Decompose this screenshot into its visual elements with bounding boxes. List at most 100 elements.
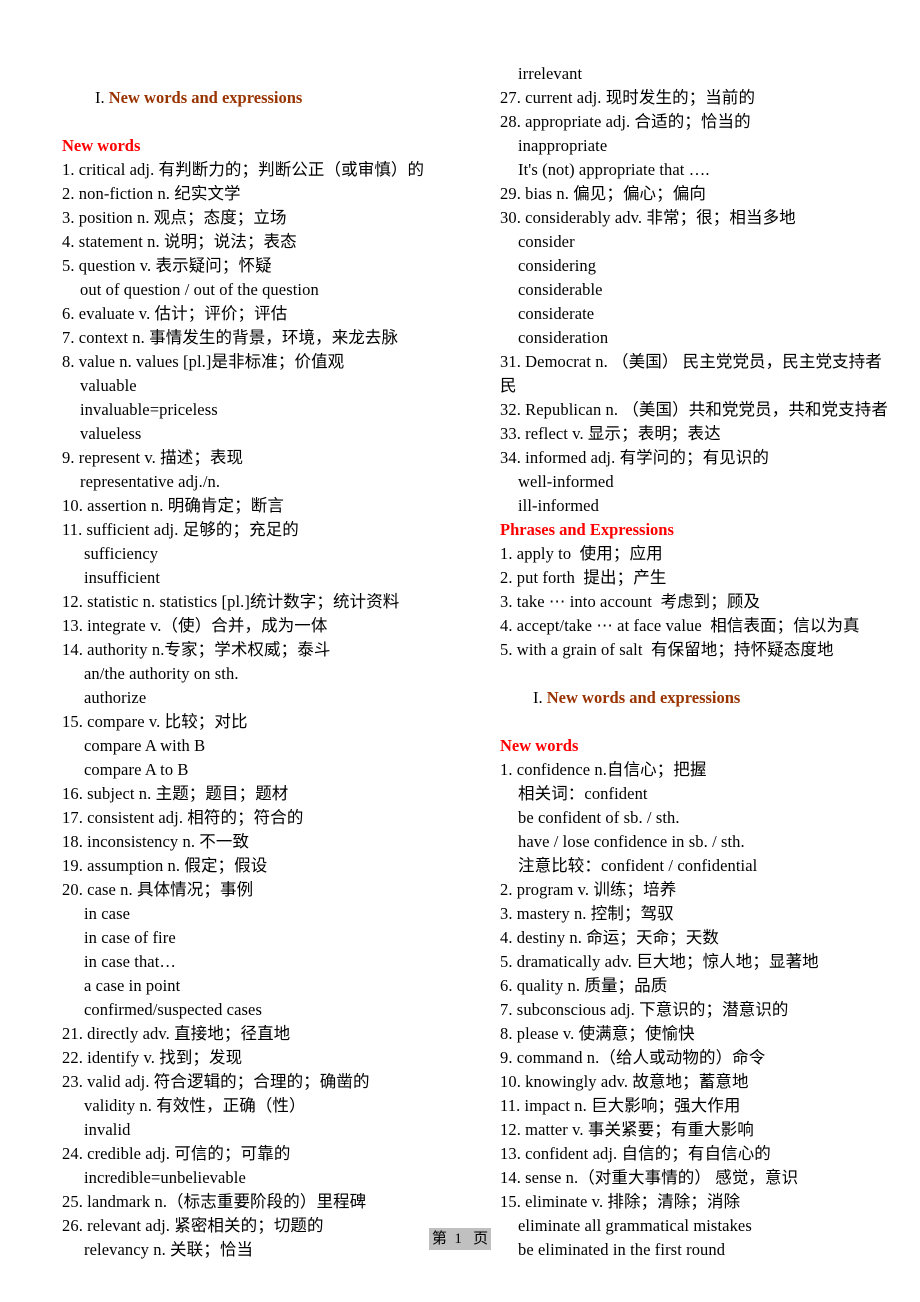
vocabulary-entry: 10. assertion n. 明确肯定；断言 bbox=[62, 496, 284, 515]
vocabulary-entry: 11. impact n. 巨大影响；强大作用 bbox=[500, 1096, 741, 1115]
vocabulary-entry: have / lose confidence in sb. / sth. bbox=[518, 832, 745, 851]
vocabulary-entry: inappropriate bbox=[518, 136, 608, 155]
vocabulary-entry: valueless bbox=[80, 424, 142, 443]
vocabulary-entry: 28. appropriate adj. 合适的；恰当的 bbox=[500, 112, 751, 131]
vocabulary-entry: 27. current adj. 现时发生的；当前的 bbox=[500, 88, 756, 107]
vocabulary-entry: ill-informed bbox=[518, 496, 599, 515]
vocabulary-entry: 12. matter v. 事关紧要；有重大影响 bbox=[500, 1120, 754, 1139]
vocabulary-entry: 2. non-fiction n. 纪实文学 bbox=[62, 184, 241, 203]
vocabulary-entry: 11. sufficient adj. 足够的；充足的 bbox=[62, 520, 299, 539]
vocabulary-entry: 32. Republican n. （美国）共和党党员，共和党支持者 bbox=[500, 400, 888, 419]
section-heading-numeral: I. bbox=[95, 88, 109, 107]
vocabulary-entry: 民 bbox=[500, 376, 517, 395]
phrase-entry: 2. put forth 提出；产生 bbox=[500, 568, 667, 587]
phrases-list: 1. apply to 使用；应用 2. put forth 提出；产生 3. ta… bbox=[500, 542, 920, 662]
left-column: I. New words and expressions New words 1… bbox=[62, 62, 482, 1262]
vocabulary-entry: 30. considerably adv. 非常；很；相当多地 bbox=[500, 208, 796, 227]
vocabulary-entry: 3. mastery n. 控制；驾驭 bbox=[500, 904, 674, 923]
vocabulary-entry: considerate bbox=[518, 304, 595, 323]
vocabulary-entry: 17. consistent adj. 相符的；符合的 bbox=[62, 808, 304, 827]
vocabulary-entry: considering bbox=[518, 256, 597, 275]
vocabulary-entry: 25. landmark n.（标志重要阶段的）里程碑 bbox=[62, 1192, 367, 1211]
vocabulary-entry: 22. identify v. 找到；发现 bbox=[62, 1048, 243, 1067]
vocabulary-entry: 4. statement n. 说明；说法；表态 bbox=[62, 232, 297, 251]
vocabulary-entry: invaluable=priceless bbox=[80, 400, 218, 419]
vocabulary-entry: consideration bbox=[518, 328, 609, 347]
vocabulary-entry: validity n. 有效性，正确（性） bbox=[84, 1096, 306, 1115]
vocabulary-entry: It's (not) appropriate that …. bbox=[518, 160, 710, 179]
sub-heading-new-words: New words bbox=[62, 136, 141, 155]
vocabulary-entry: 8. please v. 使满意；使愉快 bbox=[500, 1024, 695, 1043]
vocabulary-entry: a case in point bbox=[84, 976, 181, 995]
page-number-label: 第 1 页 bbox=[428, 1228, 492, 1250]
vocabulary-entry: compare A to B bbox=[84, 760, 189, 779]
vocabulary-entry: 9. command n.（给人或动物的）命令 bbox=[500, 1048, 766, 1067]
document-page: I. New words and expressions New words 1… bbox=[0, 0, 920, 1302]
vocabulary-entry: invalid bbox=[84, 1120, 131, 1139]
vocabulary-entry: 注意比较：confident / confidential bbox=[518, 856, 758, 875]
right-column-entry-list-top: irrelevant 27. current adj. 现时发生的；当前的 28. … bbox=[500, 62, 920, 518]
sub-heading-phrases-and-expressions: Phrases and Expressions bbox=[500, 520, 674, 539]
vocabulary-entry: 13. confident adj. 自信的；有自信心的 bbox=[500, 1144, 771, 1163]
vocabulary-entry: 15. compare v. 比较；对比 bbox=[62, 712, 248, 731]
vocabulary-entry: 31. Democrat n. （美国） 民主党党员，民主党支持者 bbox=[500, 352, 882, 371]
left-column-entry-list: 1. critical adj. 有判断力的；判断公正（或审慎）的 2. non-… bbox=[62, 158, 482, 1262]
vocabulary-entry: confirmed/suspected cases bbox=[84, 1000, 262, 1019]
vocabulary-entry: 16. subject n. 主题；题目；题材 bbox=[62, 784, 289, 803]
vocabulary-entry: incredible=unbelievable bbox=[84, 1168, 246, 1187]
vocabulary-entry: 相关词：confident bbox=[518, 784, 648, 803]
vocabulary-entry: 4. destiny n. 命运；天命；天数 bbox=[500, 928, 719, 947]
vocabulary-entry: 7. subconscious adj. 下意识的；潜意识的 bbox=[500, 1000, 789, 1019]
vocabulary-entry: 1. critical adj. 有判断力的；判断公正（或审慎）的 bbox=[62, 160, 425, 179]
vocabulary-entry: 2. program v. 训练；培养 bbox=[500, 880, 677, 899]
right-column-entry-list-bottom: 1. confidence n.自信心；把握 相关词：confident be co… bbox=[500, 758, 920, 1262]
vocabulary-entry: consider bbox=[518, 232, 575, 251]
vocabulary-entry: 15. eliminate v. 排除；清除；消除 bbox=[500, 1192, 741, 1211]
vocabulary-entry: insufficient bbox=[84, 568, 161, 587]
section-heading-title: New words and expressions bbox=[108, 88, 303, 107]
phrase-entry: 4. accept/take ⋯ at face value 相信表面；信以为真 bbox=[500, 616, 860, 635]
vocabulary-entry: 6. quality n. 质量；品质 bbox=[500, 976, 668, 995]
vocabulary-entry: an/the authority on sth. bbox=[84, 664, 239, 683]
vocabulary-entry: 34. informed adj. 有学问的；有见识的 bbox=[500, 448, 769, 467]
phrase-entry: 5. with a grain of salt 有保留地；持怀疑态度地 bbox=[500, 640, 834, 659]
vocabulary-entry: 7. context n. 事情发生的背景，环境，来龙去脉 bbox=[62, 328, 399, 347]
vocabulary-entry: 24. credible adj. 可信的；可靠的 bbox=[62, 1144, 291, 1163]
vocabulary-entry: 21. directly adv. 直接地；径直地 bbox=[62, 1024, 291, 1043]
two-column-body: I. New words and expressions New words 1… bbox=[0, 62, 920, 1262]
phrase-entry: 1. apply to 使用；应用 bbox=[500, 544, 663, 563]
vocabulary-entry: sufficiency bbox=[84, 544, 159, 563]
vocabulary-entry: 3. position n. 观点；态度；立场 bbox=[62, 208, 287, 227]
vocabulary-entry: 29. bias n. 偏见；偏心；偏向 bbox=[500, 184, 706, 203]
vocabulary-entry: 13. integrate v.（使）合并，成为一体 bbox=[62, 616, 328, 635]
vocabulary-entry: irrelevant bbox=[518, 64, 583, 83]
vocabulary-entry: in case of fire bbox=[84, 928, 176, 947]
vocabulary-entry: in case bbox=[84, 904, 131, 923]
section-heading-new-words-and-expressions: I. New words and expressions bbox=[62, 62, 482, 134]
vocabulary-entry: in case that… bbox=[84, 952, 177, 971]
section-heading-title-2: New words and expressions bbox=[546, 688, 741, 707]
vocabulary-entry: 6. evaluate v. 估计；评价；评估 bbox=[62, 304, 288, 323]
vocabulary-entry: 33. reflect v. 显示；表明；表达 bbox=[500, 424, 721, 443]
vocabulary-entry: compare A with B bbox=[84, 736, 206, 755]
vocabulary-entry: 14. sense n.（对重大事情的） 感觉，意识 bbox=[500, 1168, 799, 1187]
vocabulary-entry: 10. knowingly adv. 故意地；蓄意地 bbox=[500, 1072, 749, 1091]
vocabulary-entry: 19. assumption n. 假定；假设 bbox=[62, 856, 268, 875]
vocabulary-entry: 9. represent v. 描述；表现 bbox=[62, 448, 244, 467]
phrase-entry: 3. take ⋯ into account 考虑到；顾及 bbox=[500, 592, 761, 611]
vocabulary-entry: 12. statistic n. statistics [pl.]统计数字；统计… bbox=[62, 592, 400, 611]
section-heading-new-words-and-expressions-2: I. New words and expressions bbox=[500, 662, 920, 734]
vocabulary-entry: 23. valid adj. 符合逻辑的；合理的；确凿的 bbox=[62, 1072, 370, 1091]
page-footer: 第 1 页 bbox=[0, 1228, 920, 1250]
vocabulary-entry: valuable bbox=[80, 376, 137, 395]
vocabulary-entry: well-informed bbox=[518, 472, 614, 491]
vocabulary-entry: 18. inconsistency n. 不一致 bbox=[62, 832, 250, 851]
vocabulary-entry: out of question / out of the question bbox=[80, 280, 319, 299]
vocabulary-entry: authorize bbox=[84, 688, 147, 707]
vocabulary-entry: representative adj./n. bbox=[80, 472, 221, 491]
right-column: irrelevant 27. current adj. 现时发生的；当前的 28. … bbox=[500, 62, 920, 1262]
vocabulary-entry: 5. dramatically adv. 巨大地；惊人地；显著地 bbox=[500, 952, 819, 971]
vocabulary-entry: 8. value n. values [pl.]是非标准；价值观 bbox=[62, 352, 345, 371]
vocabulary-entry: 14. authority n.专家；学术权威；泰斗 bbox=[62, 640, 331, 659]
sub-heading-new-words-2: New words bbox=[500, 736, 579, 755]
